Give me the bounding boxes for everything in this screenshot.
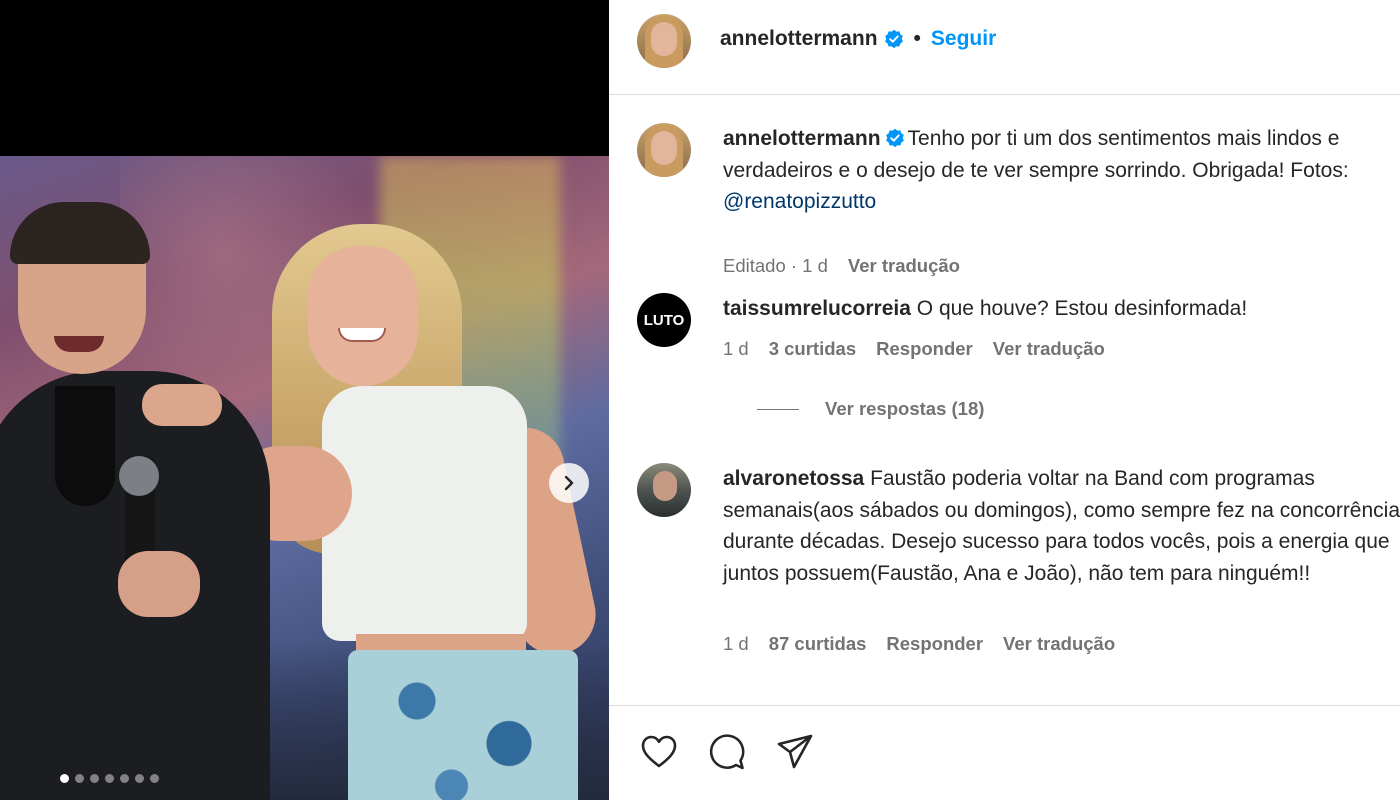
verified-badge-icon — [885, 128, 904, 148]
caption-translate-button[interactable]: Ver tradução — [848, 255, 960, 277]
hand-on-shoulder — [142, 384, 222, 426]
verified-badge-icon — [884, 29, 903, 49]
woman-top — [322, 386, 527, 641]
carousel-indicator — [60, 774, 159, 783]
carousel-dot — [90, 774, 99, 783]
share-icon[interactable] — [773, 730, 817, 774]
comment-reply-button[interactable]: Responder — [876, 338, 973, 360]
comment-meta: 1 d 3 curtidas Responder Ver tradução — [723, 338, 1105, 360]
comment-time: 1 d — [723, 633, 749, 654]
man-hand — [118, 551, 200, 617]
heart-icon[interactable] — [637, 730, 681, 774]
post-header: annelottermann • Seguir — [609, 0, 1400, 95]
carousel-dot — [135, 774, 144, 783]
carousel-dot — [75, 774, 84, 783]
caption-avatar[interactable] — [637, 123, 691, 177]
avatar-text: LUTO — [643, 311, 685, 329]
woman-smile — [338, 328, 386, 342]
comments-section[interactable]: annelottermann Tenho por ti um dos senti… — [609, 95, 1400, 705]
comment-icon[interactable] — [705, 730, 749, 774]
carousel-dot — [60, 774, 69, 783]
carousel-next-button[interactable] — [549, 463, 589, 503]
caption-edited-time: Editado · 1 d — [723, 255, 828, 276]
caption-mention-link[interactable]: @renatopizzutto — [723, 190, 876, 213]
post-side-panel: annelottermann • Seguir annelottermann T… — [609, 0, 1400, 800]
man-shirt — [55, 386, 115, 506]
author-info: annelottermann • Seguir — [720, 27, 996, 51]
comment-meta: 1 d 87 curtidas Responder Ver tradução — [723, 633, 1115, 655]
commenter-avatar[interactable] — [637, 463, 691, 517]
post-media — [0, 0, 609, 800]
commenter-username[interactable]: taissumrelucorreia — [723, 297, 911, 320]
woman-skirt — [348, 650, 578, 800]
caption-username[interactable]: annelottermann — [723, 127, 881, 150]
caption-meta: Editado · 1 d Ver tradução — [723, 255, 960, 277]
replies-divider-line — [757, 408, 799, 410]
view-replies-label: Ver respostas (18) — [825, 398, 985, 419]
woman-face — [308, 246, 418, 386]
post-photo — [0, 156, 609, 800]
comment-reply-button[interactable]: Responder — [886, 633, 983, 655]
author-username[interactable]: annelottermann — [720, 27, 878, 51]
carousel-dot — [150, 774, 159, 783]
comment-text-block: alvaronetossa Faustão poderia voltar na … — [723, 463, 1400, 589]
comment-translate-button[interactable]: Ver tradução — [993, 338, 1105, 360]
view-replies-button[interactable]: Ver respostas (18) — [757, 398, 984, 420]
comment-text: O que houve? Estou desinformada! — [916, 297, 1248, 320]
carousel-dot — [120, 774, 129, 783]
follow-button[interactable]: Seguir — [931, 27, 996, 51]
comment-likes-count[interactable]: 3 curtidas — [769, 338, 856, 360]
comment-likes-count[interactable]: 87 curtidas — [769, 633, 867, 655]
commenter-avatar[interactable]: LUTO — [637, 293, 691, 347]
caption-text-block: annelottermann Tenho por ti um dos senti… — [723, 123, 1400, 218]
comment-translate-button[interactable]: Ver tradução — [1003, 633, 1115, 655]
post-actions-bar — [609, 705, 1400, 800]
author-avatar[interactable] — [637, 14, 691, 68]
comment-time: 1 d — [723, 338, 749, 359]
header-separator: • — [913, 27, 921, 50]
comment-text-block: taissumrelucorreia O que houve? Estou de… — [723, 293, 1400, 325]
microphone-head — [119, 456, 159, 496]
chevron-right-icon — [564, 475, 574, 491]
carousel-dot — [105, 774, 114, 783]
commenter-username[interactable]: alvaronetossa — [723, 467, 864, 490]
